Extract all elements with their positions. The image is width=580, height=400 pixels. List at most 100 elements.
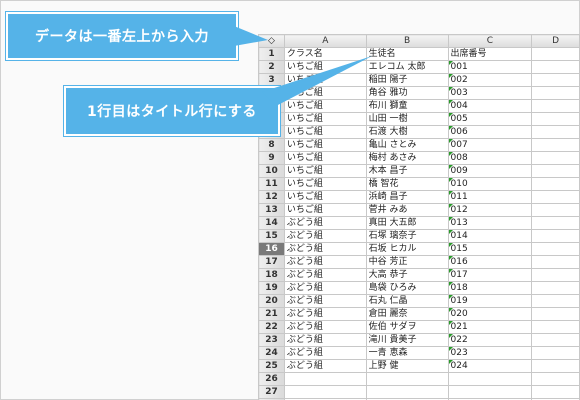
cell-d[interactable] [531,385,580,399]
cell-d[interactable] [531,203,580,217]
cell-d[interactable] [531,307,580,321]
cell-a[interactable]: ぶどう組 [283,333,367,347]
cell-a[interactable]: いちご組 [283,112,367,126]
column-header-d[interactable]: D [531,34,580,48]
row-header[interactable]: 26 [258,372,285,386]
cell-d[interactable] [531,229,580,243]
cell-d[interactable] [531,268,580,282]
cell-a[interactable]: ぶどう組 [283,281,367,295]
cell-b[interactable]: 島袋 ひろみ [365,281,449,295]
cell-b[interactable]: 真田 大五郎 [365,216,449,230]
cell-b[interactable]: 稲田 陽子 [365,73,449,87]
cell-c[interactable]: 005 [447,112,533,126]
cell-b[interactable]: エレコム 太郎 [365,60,449,74]
cell-b[interactable]: 木本 昌子 [365,164,449,178]
cell-a[interactable]: いちご組 [283,177,367,191]
cell-c[interactable]: 018 [447,281,533,295]
row-header[interactable]: 25 [258,359,285,373]
cell-a[interactable]: ぶどう組 [283,229,367,243]
row-header[interactable]: 17 [258,255,285,269]
cell-b[interactable]: 石丸 仁晶 [365,294,449,308]
cell-c[interactable]: 001 [447,60,533,74]
column-header-a[interactable]: A [283,34,367,48]
row-header[interactable]: 19 [258,281,285,295]
cell-a[interactable]: ぶどう組 [283,242,367,256]
cell-d[interactable] [531,294,580,308]
cell-d[interactable] [531,60,580,74]
cell-d[interactable] [531,99,580,113]
cell-c[interactable]: 007 [447,138,533,152]
cell-a[interactable]: いちご組 [283,86,367,100]
cell-b[interactable]: 石渡 大樹 [365,125,449,139]
cell-c[interactable]: 023 [447,346,533,360]
cell-a[interactable]: いちご組 [283,125,367,139]
cell-a[interactable]: いちご組 [283,190,367,204]
cell-d[interactable] [531,255,580,269]
cell-d[interactable] [531,320,580,334]
cell-c[interactable]: 024 [447,359,533,373]
cell-a[interactable]: いちご組 [283,99,367,113]
column-header-b[interactable]: B [365,34,449,48]
row-header[interactable]: 13 [258,203,285,217]
row-header[interactable]: 20 [258,294,285,308]
cell-b[interactable]: 大高 恭子 [365,268,449,282]
cell-b[interactable]: 中谷 芳正 [365,255,449,269]
cell-a[interactable]: いちご組 [283,138,367,152]
cell-d[interactable] [531,372,580,386]
row-header[interactable]: 24 [258,346,285,360]
row-header[interactable]: 15 [258,229,285,243]
row-header[interactable]: 18 [258,268,285,282]
cell-d[interactable] [531,164,580,178]
row-header[interactable]: 9 [258,151,285,165]
cell-c[interactable]: 008 [447,151,533,165]
select-all-corner[interactable]: ◇ [258,34,285,48]
cell-d[interactable] [531,216,580,230]
row-header[interactable]: 1 [258,47,285,61]
cell-a[interactable] [283,372,367,386]
row-header[interactable]: 12 [258,190,285,204]
row-header[interactable]: 14 [258,216,285,230]
cell-c[interactable]: 006 [447,125,533,139]
cell-b[interactable]: 倉田 麗奈 [365,307,449,321]
cell-c[interactable]: 022 [447,333,533,347]
cell-b[interactable]: 石坂 ヒカル [365,242,449,256]
cell-c[interactable]: 003 [447,86,533,100]
column-header-c[interactable]: C [447,34,533,48]
cell-d[interactable] [531,125,580,139]
cell-b[interactable]: 浜崎 昌子 [365,190,449,204]
cell-a[interactable]: ぶどう組 [283,255,367,269]
row-header[interactable]: 23 [258,333,285,347]
cell-c[interactable]: 019 [447,294,533,308]
cell-d[interactable] [531,281,580,295]
cell-a[interactable]: いちご組 [283,164,367,178]
cell-a[interactable]: ぶどう組 [283,294,367,308]
cell-b[interactable] [365,385,449,399]
row-header[interactable]: 2 [258,60,285,74]
cell-c[interactable]: 015 [447,242,533,256]
cell-c[interactable]: 017 [447,268,533,282]
cell-d[interactable] [531,151,580,165]
cell-c[interactable]: 011 [447,190,533,204]
cell-c[interactable]: 012 [447,203,533,217]
cell-d[interactable] [531,86,580,100]
row-header[interactable]: 27 [258,385,285,399]
row-header[interactable]: 21 [258,307,285,321]
row-header[interactable]: 22 [258,320,285,334]
cell-d[interactable] [531,47,580,61]
cell-c[interactable]: 016 [447,255,533,269]
cell-b[interactable]: 生徒名 [365,47,449,61]
cell-c[interactable]: 002 [447,73,533,87]
cell-a[interactable]: ぶどう組 [283,359,367,373]
cell-b[interactable]: 亀山 さとみ [365,138,449,152]
cell-c[interactable]: 014 [447,229,533,243]
cell-a[interactable]: いちご組 [283,73,367,87]
cell-c[interactable] [447,385,533,399]
cell-b[interactable]: 角谷 雅功 [365,86,449,100]
cell-c[interactable]: 020 [447,307,533,321]
cell-d[interactable] [531,242,580,256]
cell-b[interactable]: 滝川 貴美子 [365,333,449,347]
cell-d[interactable] [531,359,580,373]
cell-c[interactable]: 013 [447,216,533,230]
cell-d[interactable] [531,138,580,152]
cell-c[interactable]: 010 [447,177,533,191]
